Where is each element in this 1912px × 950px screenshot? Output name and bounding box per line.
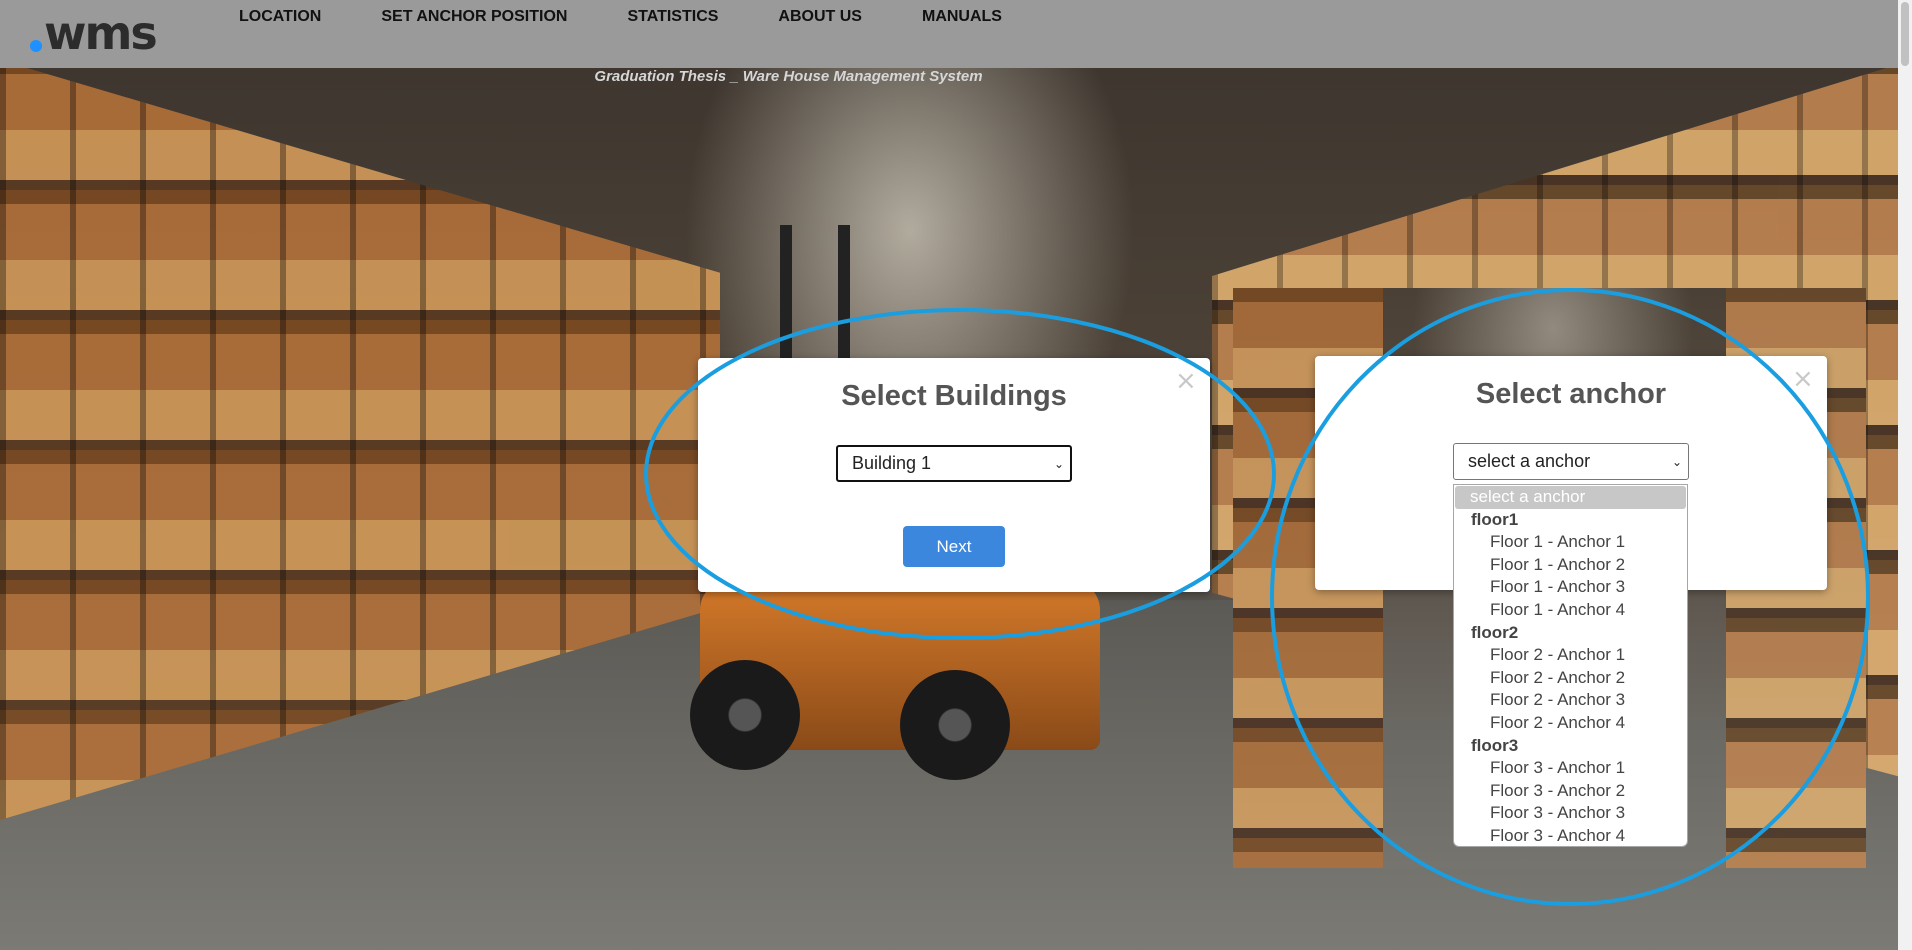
dropdown-option[interactable]: Floor 3 - Anchor 1 <box>1454 757 1687 780</box>
dropdown-option[interactable]: Floor 3 - Anchor 3 <box>1454 802 1687 825</box>
forklift-wheel <box>900 670 1010 780</box>
nav-links: LOCATION SET ANCHOR POSITION STATISTICS … <box>239 8 1062 26</box>
top-navbar: wms LOCATION SET ANCHOR POSITION STATIST… <box>0 0 1898 68</box>
modal-title: Select Buildings <box>841 380 1067 412</box>
nav-item-location[interactable]: LOCATION <box>239 8 321 26</box>
dropdown-option[interactable]: Floor 2 - Anchor 3 <box>1454 689 1687 712</box>
anchor-dropdown-list: select a anchor floor1 Floor 1 - Anchor … <box>1453 484 1688 847</box>
optgroup-floor2: floor2 <box>1471 622 1519 642</box>
dropdown-option[interactable]: Floor 1 - Anchor 4 <box>1454 599 1687 622</box>
nav-item-manuals[interactable]: MANUALS <box>922 8 1002 26</box>
optgroup-floor1: floor1 <box>1471 509 1519 529</box>
logo-text: wms <box>44 6 158 60</box>
anchor-select[interactable]: select a anchor ⌄ <box>1453 443 1689 480</box>
close-icon[interactable]: × <box>1175 368 1197 394</box>
building-select-value: Building 1 <box>852 453 932 473</box>
chevron-down-icon: ⌄ <box>1671 454 1682 469</box>
subtitle-text: Graduation Thesis _ Ware House Managemen… <box>594 68 983 85</box>
close-icon[interactable]: × <box>1792 366 1814 392</box>
select-buildings-modal: Select Buildings × Building 1 ⌄ Next <box>698 358 1210 592</box>
building-select[interactable]: Building 1 ⌄ <box>836 445 1072 482</box>
dropdown-option[interactable]: Floor 3 - Anchor 4 <box>1454 825 1687 846</box>
anchor-select-value: select a anchor <box>1468 451 1591 471</box>
dropdown-option[interactable]: Floor 1 - Anchor 2 <box>1454 554 1687 577</box>
forklift-wheel <box>690 660 800 770</box>
dropdown-option[interactable]: Floor 2 - Anchor 2 <box>1454 667 1687 690</box>
scrollbar-thumb[interactable] <box>1901 2 1909 66</box>
dropdown-option[interactable]: Floor 3 - Anchor 2 <box>1454 780 1687 803</box>
dropdown-option-placeholder[interactable]: select a anchor <box>1455 486 1686 509</box>
wms-logo[interactable]: wms <box>30 4 158 60</box>
dropdown-option[interactable]: Floor 1 - Anchor 1 <box>1454 531 1687 554</box>
page-scrollbar[interactable] <box>1898 0 1912 950</box>
logo-dot-icon <box>30 40 42 52</box>
nav-item-set-anchor-position[interactable]: SET ANCHOR POSITION <box>381 8 567 26</box>
dropdown-option[interactable]: Floor 1 - Anchor 3 <box>1454 576 1687 599</box>
optgroup-floor3: floor3 <box>1471 735 1519 755</box>
next-button[interactable]: Next <box>903 526 1005 567</box>
modal-title: Select anchor <box>1475 378 1667 410</box>
nav-item-about-us[interactable]: ABOUT US <box>778 8 862 26</box>
chevron-down-icon: ⌄ <box>1053 456 1064 471</box>
page-subtitle: Graduation Thesis _ Ware House Managemen… <box>0 68 1912 85</box>
nav-item-statistics[interactable]: STATISTICS <box>627 8 718 26</box>
dropdown-option[interactable]: Floor 2 - Anchor 4 <box>1454 712 1687 735</box>
dropdown-option[interactable]: Floor 2 - Anchor 1 <box>1454 644 1687 667</box>
